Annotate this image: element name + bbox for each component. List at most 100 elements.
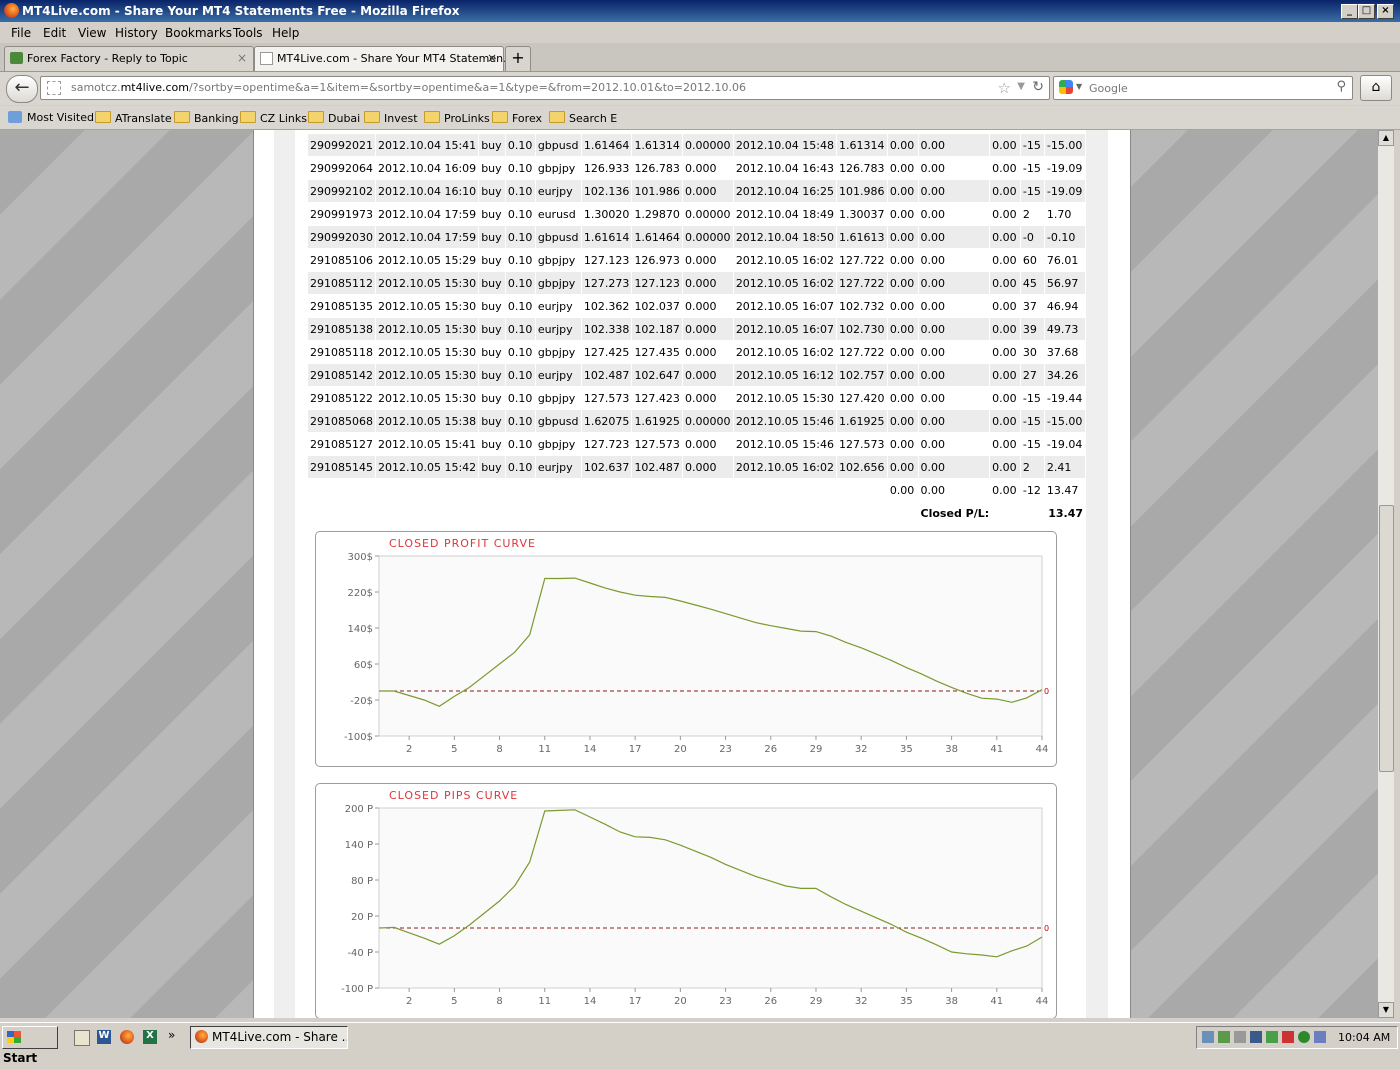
table-cell: 102.362: [581, 295, 632, 317]
table-cell: 102.338: [581, 318, 632, 340]
table-row: 291085106 2012.10.05 15:29 buy 0.10 gbpjpy 12…: [308, 249, 1085, 271]
table-cell: 2012.10.04 16:43: [733, 157, 836, 179]
tab-label: MT4Live.com - Share Your MT4 Statemen...: [277, 52, 514, 65]
table-cell: 0.00: [887, 364, 918, 386]
maximize-button[interactable]: □: [1358, 4, 1375, 19]
search-bar[interactable]: ▼ Google ⚲: [1053, 76, 1353, 100]
x-tick-label: 35: [900, 996, 913, 1007]
tray-icon[interactable]: [1314, 1031, 1326, 1043]
reload-icon[interactable]: ↻: [1032, 79, 1044, 95]
y-tick-label: 300$: [348, 552, 373, 563]
new-tab-button[interactable]: +: [505, 46, 531, 71]
word-icon[interactable]: W: [97, 1030, 111, 1044]
menu-history[interactable]: History: [115, 26, 158, 40]
scroll-up-arrow[interactable]: ▲: [1378, 130, 1394, 146]
tab-forex-factory[interactable]: Forex Factory - Reply to Topic ×: [4, 46, 254, 71]
back-button[interactable]: ←: [6, 75, 38, 103]
menu-tools[interactable]: Tools: [233, 26, 263, 40]
table-cell: eurjpy: [535, 318, 581, 340]
start-button[interactable]: Start: [2, 1026, 58, 1065]
more-quicklaunch-icon[interactable]: »: [168, 1028, 175, 1042]
bookmark-star-icon[interactable]: ☆: [998, 79, 1011, 97]
close-tab-icon[interactable]: ×: [487, 51, 497, 65]
table-cell: 2012.10.04 15:41: [376, 134, 479, 156]
table-cell: 102.037: [632, 295, 682, 317]
network-icon[interactable]: [1250, 1031, 1262, 1043]
bookmark-folder[interactable]: ATranslate: [95, 111, 172, 125]
table-cell: 126.973: [632, 249, 682, 271]
table-cell: gbpusd: [535, 134, 581, 156]
table-cell: 37: [1020, 295, 1044, 317]
bookmark-folder[interactable]: Banking: [174, 111, 239, 125]
bookmark-folder[interactable]: CZ Links: [240, 111, 307, 125]
table-cell: 0.00: [990, 134, 1020, 156]
vertical-scrollbar[interactable]: ▲ ▼: [1378, 130, 1394, 1018]
excel-icon[interactable]: X: [143, 1030, 157, 1044]
site-identity-icon[interactable]: [47, 81, 61, 95]
menu-edit[interactable]: Edit: [43, 26, 66, 40]
zero-label: 0: [1044, 924, 1049, 933]
bookmark-folder[interactable]: Search E: [549, 111, 617, 125]
volume-icon[interactable]: [1234, 1031, 1246, 1043]
table-cell: 2012.10.05 15:30: [376, 387, 479, 409]
table-cell: 0.00: [887, 318, 918, 340]
table-cell: 0.10: [505, 456, 535, 478]
url-text: samotcz.mt4live.com/?sortby=opentime&a=1…: [71, 81, 746, 94]
tray-icon[interactable]: [1282, 1031, 1294, 1043]
engine-dropdown-icon[interactable]: ▼: [1076, 82, 1082, 91]
bookmark-most-visited[interactable]: Most Visited: [8, 111, 94, 124]
table-cell: 291085068: [308, 410, 375, 432]
bookmark-folder[interactable]: ProLinks: [424, 111, 490, 125]
menu-file[interactable]: File: [11, 26, 31, 40]
table-cell: buy: [479, 364, 505, 386]
security-shield-icon[interactable]: [1298, 1031, 1310, 1043]
search-input[interactable]: Google: [1089, 82, 1128, 95]
tray-icon[interactable]: [1202, 1031, 1214, 1043]
trades-table: 290992021 2012.10.04 15:41 buy 0.10 gbpusd 1.…: [307, 133, 1086, 525]
taskbar-firefox-task[interactable]: MT4Live.com - Share ...: [190, 1026, 348, 1049]
scroll-thumb[interactable]: [1379, 505, 1394, 772]
table-cell: 1.61925: [837, 410, 887, 432]
table-cell: 1.30037: [837, 203, 887, 225]
show-desktop-icon[interactable]: [74, 1030, 90, 1046]
table-cell: 0.00: [990, 341, 1020, 363]
menu-help[interactable]: Help: [272, 26, 299, 40]
table-cell: 101.986: [837, 180, 887, 202]
bookmark-folder[interactable]: Dubai: [308, 111, 360, 125]
empty-cell: [887, 502, 918, 524]
bookmark-folder[interactable]: Invest: [364, 111, 418, 125]
x-tick-label: 5: [451, 744, 457, 755]
menu-view[interactable]: View: [78, 26, 106, 40]
home-button[interactable]: ⌂: [1360, 75, 1392, 101]
table-cell: -0.10: [1044, 226, 1085, 248]
table-cell: 0.10: [505, 295, 535, 317]
scroll-down-arrow[interactable]: ▼: [1378, 1002, 1394, 1018]
table-cell: 0.00: [887, 456, 918, 478]
table-cell: 2012.10.04 18:50: [733, 226, 836, 248]
close-tab-icon[interactable]: ×: [237, 51, 247, 65]
tab-mt4live[interactable]: MT4Live.com - Share Your MT4 Statemen...…: [254, 46, 514, 71]
table-cell: 0.000: [683, 249, 733, 271]
table-cell: 0.000: [683, 387, 733, 409]
table-row: 290991973 2012.10.04 17:59 buy 0.10 eurusd 1.…: [308, 203, 1085, 225]
search-magnifier-icon[interactable]: ⚲: [1336, 79, 1346, 94]
tray-icon[interactable]: [1218, 1031, 1230, 1043]
bookmark-folder[interactable]: Forex: [492, 111, 542, 125]
table-cell: buy: [479, 456, 505, 478]
table-cell: 2012.10.05 16:02: [733, 272, 836, 294]
empty-cell: [505, 502, 535, 524]
url-bar[interactable]: samotcz.mt4live.com/?sortby=opentime&a=1…: [40, 76, 1050, 100]
table-cell: 2012.10.05 16:12: [733, 364, 836, 386]
table-cell: 1.61464: [632, 226, 682, 248]
close-window-button[interactable]: ×: [1377, 4, 1394, 19]
menu-bookmarks[interactable]: Bookmarks: [165, 26, 232, 40]
firefox-icon: [4, 3, 19, 18]
google-engine-icon[interactable]: [1059, 80, 1073, 94]
tray-icon[interactable]: [1266, 1031, 1278, 1043]
blank-page-favicon: [260, 52, 273, 65]
table-cell: 126.783: [632, 157, 682, 179]
minimize-button[interactable]: _: [1341, 4, 1358, 19]
table-cell: 1.70: [1044, 203, 1085, 225]
history-dropdown-icon[interactable]: ▼: [1017, 81, 1025, 92]
firefox-quicklaunch-icon[interactable]: [120, 1030, 134, 1044]
